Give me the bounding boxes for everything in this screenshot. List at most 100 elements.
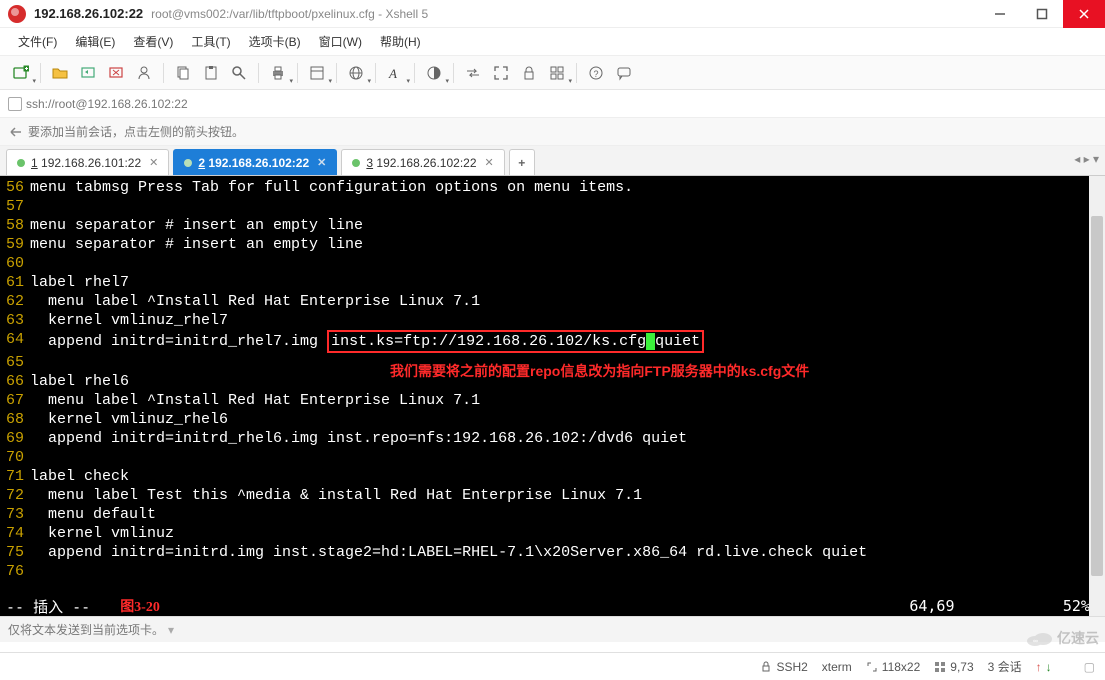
- terminal-line: 71label check: [2, 467, 1105, 486]
- disconnect-icon[interactable]: [103, 60, 129, 86]
- line-number: 56: [2, 178, 30, 197]
- lock-icon[interactable]: [516, 60, 542, 86]
- line-number: 69: [2, 429, 30, 448]
- tab-close-icon[interactable]: ✕: [149, 156, 158, 169]
- line-text: kernel vmlinuz_rhel7: [30, 311, 1105, 330]
- fullscreen-icon[interactable]: [488, 60, 514, 86]
- line-number: 61: [2, 273, 30, 292]
- scroll-thumb[interactable]: [1091, 216, 1103, 576]
- tab-strip: 1 192.168.26.101:22 ✕ 2 192.168.26.102:2…: [0, 146, 1105, 176]
- color-scheme-icon[interactable]: ▾: [421, 60, 447, 86]
- line-number: 62: [2, 292, 30, 311]
- menu-window[interactable]: 窗口(W): [311, 30, 370, 53]
- terminal-line: 74 kernel vmlinuz: [2, 524, 1105, 543]
- app-icon: [8, 5, 26, 23]
- terminal-line: 62 menu label ^Install Red Hat Enterpris…: [2, 292, 1105, 311]
- find-icon[interactable]: [226, 60, 252, 86]
- profile-icon[interactable]: [131, 60, 157, 86]
- status-cursor: 9,73: [934, 660, 973, 674]
- terminal[interactable]: 56menu tabmsg Press Tab for full configu…: [0, 176, 1105, 596]
- toolbar-separator: [414, 63, 415, 83]
- tab-close-icon[interactable]: ✕: [317, 156, 326, 169]
- terminal-line: 67 menu label ^Install Red Hat Enterpris…: [2, 391, 1105, 410]
- new-tab-button[interactable]: +: [509, 149, 535, 175]
- tab-close-icon[interactable]: ✕: [485, 156, 494, 169]
- status-dot-icon: [17, 159, 25, 167]
- window-title: 192.168.26.102:22: [34, 6, 143, 21]
- help-icon[interactable]: ?: [583, 60, 609, 86]
- address-bar[interactable]: ssh://root@192.168.26.102:22: [0, 90, 1105, 118]
- menu-edit[interactable]: 编辑(E): [67, 30, 123, 53]
- line-number: 72: [2, 486, 30, 505]
- layout-icon[interactable]: ▾: [544, 60, 570, 86]
- globe-icon[interactable]: ▾: [343, 60, 369, 86]
- status-term: xterm: [822, 660, 852, 674]
- line-number: 67: [2, 391, 30, 410]
- menu-help[interactable]: 帮助(H): [372, 30, 429, 53]
- vim-mode: -- 插入 --: [6, 596, 90, 617]
- toolbar: ▾ ▾ ▾ ▾ A▾ ▾ ▾ ?: [0, 56, 1105, 90]
- line-text: append initrd=initrd_rhel7.img inst.ks=f…: [30, 330, 1105, 353]
- session-tab-3[interactable]: 3 192.168.26.102:22 ✕: [341, 149, 504, 175]
- line-text: append initrd=initrd_rhel6.img inst.repo…: [30, 429, 1105, 448]
- send-mode-hint[interactable]: 仅将文本发送到当前选项卡。 ▾: [0, 616, 1105, 642]
- arrow-icon[interactable]: [8, 125, 22, 139]
- menu-file[interactable]: 文件(F): [10, 30, 65, 53]
- close-button[interactable]: [1063, 0, 1105, 28]
- print-icon[interactable]: ▾: [265, 60, 291, 86]
- copy-icon[interactable]: [170, 60, 196, 86]
- scrollbar[interactable]: [1089, 176, 1105, 616]
- font-icon[interactable]: A▾: [382, 60, 408, 86]
- line-number: 63: [2, 311, 30, 330]
- maximize-button[interactable]: [1021, 0, 1063, 28]
- line-text: menu label Test this ^media & install Re…: [30, 486, 1105, 505]
- paste-icon[interactable]: [198, 60, 224, 86]
- minimize-button[interactable]: [979, 0, 1021, 28]
- line-number: 76: [2, 562, 30, 581]
- tab-scroll-arrows[interactable]: ◂ ▸ ▾: [1074, 152, 1099, 166]
- line-text: kernel vmlinuz: [30, 524, 1105, 543]
- hint-text: 要添加当前会话，点击左侧的箭头按钮。: [28, 123, 244, 140]
- line-text: menu default: [30, 505, 1105, 524]
- line-text: append initrd=initrd.img inst.stage2=hd:…: [30, 543, 1105, 562]
- session-tab-1[interactable]: 1 192.168.26.101:22 ✕: [6, 149, 169, 175]
- open-folder-icon[interactable]: [47, 60, 73, 86]
- line-text: [30, 562, 1105, 581]
- reconnect-icon[interactable]: [75, 60, 101, 86]
- up-arrow-icon: ↑: [1036, 660, 1042, 674]
- menu-view[interactable]: 查看(V): [125, 30, 181, 53]
- menu-tabs[interactable]: 选项卡(B): [241, 30, 309, 53]
- line-number: 73: [2, 505, 30, 524]
- terminal-line: 56menu tabmsg Press Tab for full configu…: [2, 178, 1105, 197]
- line-text: kernel vmlinuz_rhel6: [30, 410, 1105, 429]
- window-controls: [979, 0, 1105, 27]
- properties-icon[interactable]: ▾: [304, 60, 330, 86]
- terminal-line: 64 append initrd=initrd_rhel7.img inst.k…: [2, 330, 1105, 353]
- line-text: label rhel7: [30, 273, 1105, 292]
- status-arrows: ↑ ↓: [1036, 660, 1052, 674]
- toolbar-separator: [163, 63, 164, 83]
- terminal-line: 61label rhel7: [2, 273, 1105, 292]
- new-session-icon[interactable]: ▾: [8, 60, 34, 86]
- menubar: 文件(F) 编辑(E) 查看(V) 工具(T) 选项卡(B) 窗口(W) 帮助(…: [0, 28, 1105, 56]
- transfer-icon[interactable]: [460, 60, 486, 86]
- status-dot-icon: [352, 159, 360, 167]
- terminal-line: 58menu separator # insert an empty line: [2, 216, 1105, 235]
- toolbar-separator: [375, 63, 376, 83]
- address-text: ssh://root@192.168.26.102:22: [26, 97, 188, 111]
- toolbar-separator: [453, 63, 454, 83]
- menu-tools[interactable]: 工具(T): [183, 30, 238, 53]
- toolbar-separator: [40, 63, 41, 83]
- feedback-icon[interactable]: [611, 60, 637, 86]
- annotation-text: 我们需要将之前的配置repo信息改为指向FTP服务器中的ks.cfg文件: [390, 362, 809, 381]
- line-number: 75: [2, 543, 30, 562]
- line-number: 64: [2, 330, 30, 353]
- cursor: [646, 333, 655, 350]
- line-number: 70: [2, 448, 30, 467]
- terminal-wrapper: 56menu tabmsg Press Tab for full configu…: [0, 176, 1105, 616]
- session-tab-2[interactable]: 2 192.168.26.102:22 ✕: [173, 149, 337, 175]
- line-text: [30, 448, 1105, 467]
- terminal-line: 69 append initrd=initrd_rhel6.img inst.r…: [2, 429, 1105, 448]
- line-text: [30, 197, 1105, 216]
- line-text: menu label ^Install Red Hat Enterprise L…: [30, 391, 1105, 410]
